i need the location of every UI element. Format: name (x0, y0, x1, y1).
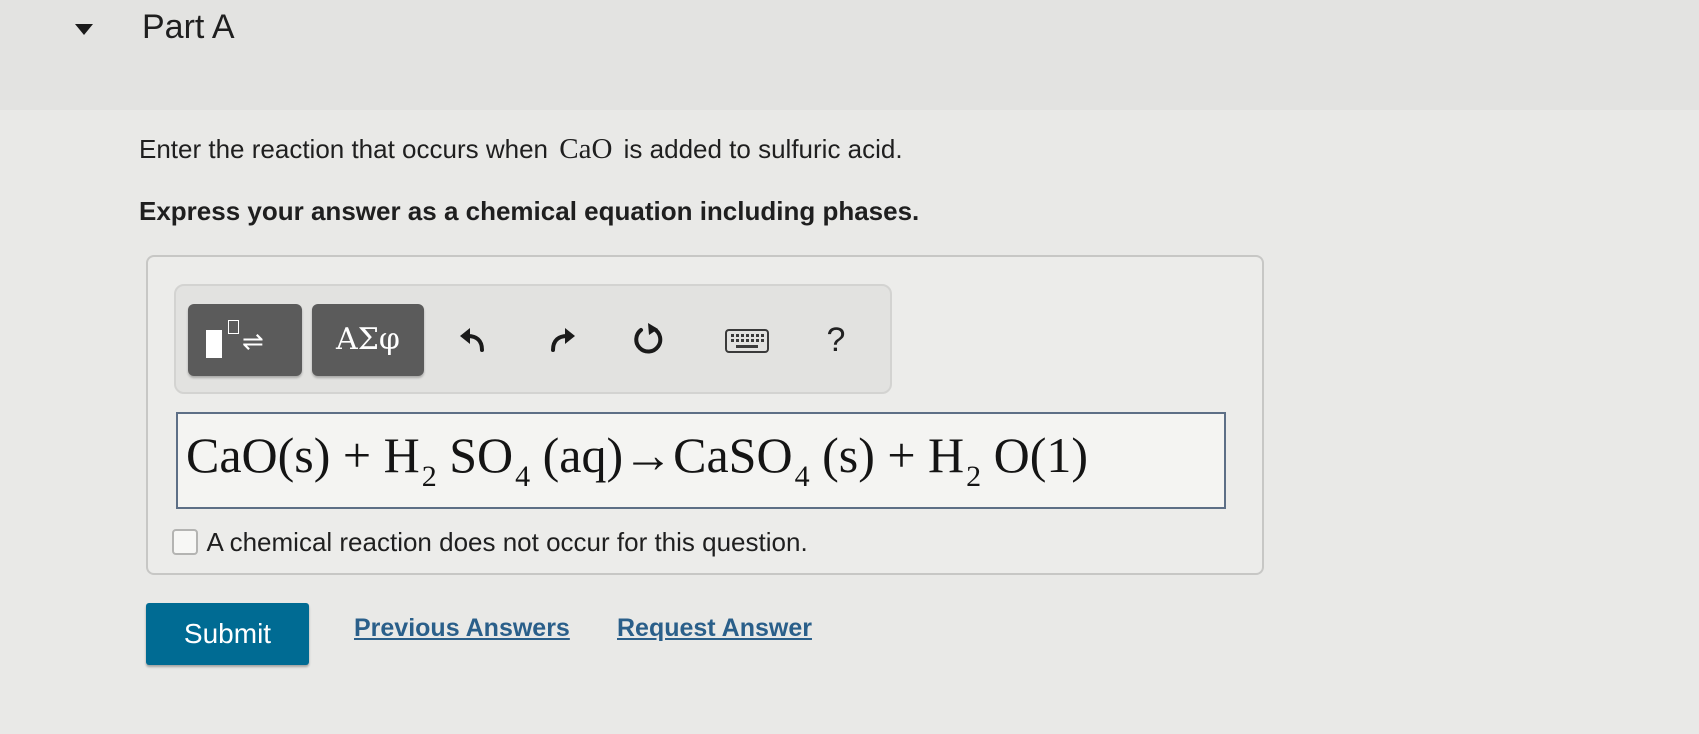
no-reaction-checkbox[interactable] (172, 529, 198, 555)
question-prefix: Enter the reaction that occurs when (139, 134, 549, 164)
submit-button[interactable]: Submit (146, 603, 309, 665)
undo-icon[interactable] (454, 320, 494, 360)
question-suffix: is added to sulfuric acid. (623, 134, 903, 164)
answer-input[interactable]: CaO(s) + H2 SO4 (aq)→CaSO4 (s) + H2 O(1) (176, 412, 1226, 509)
greek-symbols-button[interactable]: ΑΣφ (312, 304, 424, 376)
reset-icon[interactable] (628, 320, 668, 360)
help-icon[interactable]: ? (816, 320, 856, 360)
part-header (0, 0, 1699, 110)
answer-equation: CaO(s) + H2 SO4 (aq)→CaSO4 (s) + H2 O(1) (186, 427, 1089, 493)
math-toolbar: ⇌ ΑΣφ ? (174, 284, 892, 394)
question-text: Enter the reaction that occurs when CaO … (139, 133, 903, 166)
no-reaction-option: A chemical reaction does not occur for t… (172, 527, 808, 558)
question-compound: CaO (559, 133, 613, 165)
part-title: Part A (142, 8, 235, 46)
templates-button[interactable]: ⇌ (188, 304, 302, 376)
answer-panel: ⇌ ΑΣφ ? CaO(s) + H2 SO4 (aq)→CaSO4 (s) +… (146, 255, 1264, 575)
no-reaction-label[interactable]: A chemical reaction does not occur for t… (206, 527, 807, 557)
greek-symbols-icon: ΑΣφ (336, 322, 400, 357)
redo-icon[interactable] (541, 320, 581, 360)
collapse-toggle-icon[interactable] (70, 18, 100, 42)
previous-answers-link[interactable]: Previous Answers (354, 614, 570, 643)
keyboard-icon[interactable] (724, 320, 770, 360)
request-answer-link[interactable]: Request Answer (617, 614, 812, 643)
answer-instruction: Express your answer as a chemical equati… (139, 196, 920, 226)
